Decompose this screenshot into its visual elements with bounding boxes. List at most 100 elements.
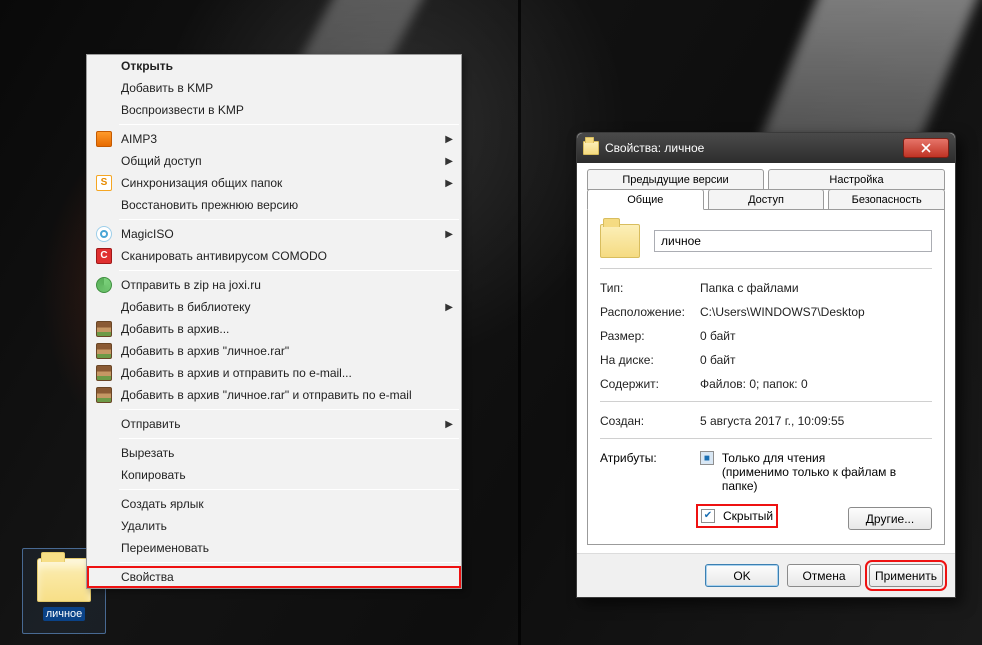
context-menu-item[interactable]: Добавить в архив "личное.rar" [87,340,461,362]
tab-general[interactable]: Общие [587,189,704,210]
rar-icon [93,321,115,337]
rar-icon [93,365,115,381]
folder-name-row [600,224,932,258]
context-menu-item[interactable]: Синхронизация общих папок ▶ [87,172,461,194]
context-menu-item[interactable]: AIMP3 ▶ [87,128,461,150]
context-menu-label: Отправить [115,417,441,431]
menu-separator [119,489,459,490]
context-menu-label: Добавить в архив "личное.rar" [115,344,441,358]
dialog-button-bar: OK Отмена Применить [577,553,955,597]
context-menu-item[interactable]: Добавить в библиотеку▶ [87,296,461,318]
size-label: Размер: [600,329,700,343]
readonly-label: Только для чтения [722,451,825,465]
location-value: C:\Users\WINDOWS7\Desktop [700,305,932,319]
context-menu-label: Добавить в архив и отправить по e-mail..… [115,366,441,380]
tab-previous-versions[interactable]: Предыдущие версии [587,169,764,190]
hidden-label: Скрытый [723,509,773,523]
context-menu-label: Отправить в zip на joxi.ru [115,278,441,292]
context-menu-label: Воспроизвести в KMP [115,103,441,117]
context-menu-label: Копировать [115,468,441,482]
context-menu-item[interactable]: Отправить в zip на joxi.ru [87,274,461,296]
context-menu-item[interactable]: Открыть [87,55,461,77]
submenu-arrow-icon: ▶ [445,419,453,430]
context-menu-item[interactable]: Отправить ▶ [87,413,461,435]
dialog-titlebar[interactable]: Свойства: личное [577,133,955,163]
context-menu-item[interactable]: Добавить в архив и отправить по e-mail..… [87,362,461,384]
dialog-title: Свойства: личное [605,141,903,155]
rar-icon [93,387,115,403]
checkbox-icon: ✔ [701,509,715,523]
folder-icon [583,141,599,155]
sync-icon [93,175,115,191]
context-menu-item[interactable]: Свойства [87,566,461,588]
context-menu-label: Переименовать [115,541,441,555]
context-menu-label: Вырезать [115,446,441,460]
aimp-icon [93,131,115,147]
close-button[interactable] [903,138,949,158]
context-menu-label: Добавить в KMP [115,81,441,95]
context-menu-item[interactable]: Общий доступ▶ [87,150,461,172]
folder-icon-large [600,224,640,258]
context-menu-label: Синхронизация общих папок [115,176,441,190]
apply-button[interactable]: Применить [869,564,943,587]
context-menu-item[interactable]: Удалить [87,515,461,537]
menu-separator [119,562,459,563]
submenu-arrow-icon: ▶ [445,134,453,145]
ondisk-value: 0 байт [700,353,932,367]
tabs-row-bottom: Общие Доступ Безопасность [587,189,945,210]
context-menu-item[interactable]: Добавить в архив "личное.rar" и отправит… [87,384,461,406]
separator [600,268,932,269]
context-menu: Открыть Добавить в KMP Воспроизвести в KMP… [86,54,462,589]
context-menu-item[interactable]: Переименовать [87,537,461,559]
context-menu-label: Восстановить прежнюю версию [115,198,441,212]
menu-separator [119,438,459,439]
contains-label: Содержит: [600,377,700,391]
desktop-folder-label: личное [43,607,86,621]
context-menu-label: Свойства [115,570,441,584]
submenu-arrow-icon: ▶ [445,156,453,167]
context-menu-label: Открыть [115,59,441,73]
separator [600,438,932,439]
submenu-arrow-icon: ▶ [445,178,453,189]
created-value: 5 августа 2017 г., 10:09:55 [700,414,932,428]
attributes-label: Атрибуты: [600,451,700,530]
tab-security[interactable]: Безопасность [828,189,945,210]
cancel-button[interactable]: Отмена [787,564,861,587]
submenu-arrow-icon: ▶ [445,229,453,240]
size-value: 0 байт [700,329,932,343]
submenu-arrow-icon: ▶ [445,302,453,313]
context-menu-item[interactable]: Копировать [87,464,461,486]
screenshot-divider [518,0,521,645]
context-menu-item[interactable]: Создать ярлык [87,493,461,515]
tab-customize[interactable]: Настройка [768,169,945,190]
context-menu-label: AIMP3 [115,132,441,146]
ondisk-label: На диске: [600,353,700,367]
context-menu-label: Создать ярлык [115,497,441,511]
context-menu-label: MagicISO [115,227,441,241]
properties-dialog: Свойства: личное Предыдущие версии Настр… [576,132,956,598]
context-menu-item[interactable]: Вырезать [87,442,461,464]
context-menu-label: Сканировать антивирусом COMODO [115,249,441,263]
close-icon [921,143,931,153]
magic-icon [93,226,115,242]
readonly-checkbox-row[interactable]: ■ Только для чтения (применимо только к … [700,451,932,493]
context-menu-item[interactable]: Сканировать антивирусом COMODO [87,245,461,267]
type-label: Тип: [600,281,700,295]
hidden-checkbox-row[interactable]: ✔ Скрытый [700,508,774,524]
ok-button[interactable]: OK [705,564,779,587]
context-menu-item[interactable]: Воспроизвести в KMP [87,99,461,121]
joxi-icon [93,277,115,293]
menu-separator [119,219,459,220]
folder-icon [37,558,91,602]
other-attributes-button[interactable]: Другие... [848,507,932,530]
context-menu-label: Добавить в архив... [115,322,441,336]
type-value: Папка с файлами [700,281,932,295]
context-menu-item[interactable]: Добавить в KMP [87,77,461,99]
context-menu-item[interactable]: Добавить в архив... [87,318,461,340]
tab-panel-general: Тип:Папка с файлами Расположение:C:\User… [587,209,945,545]
tab-sharing[interactable]: Доступ [708,189,825,210]
context-menu-item[interactable]: Восстановить прежнюю версию [87,194,461,216]
context-menu-item[interactable]: MagicISO ▶ [87,223,461,245]
folder-name-input[interactable] [654,230,932,252]
created-label: Создан: [600,414,700,428]
